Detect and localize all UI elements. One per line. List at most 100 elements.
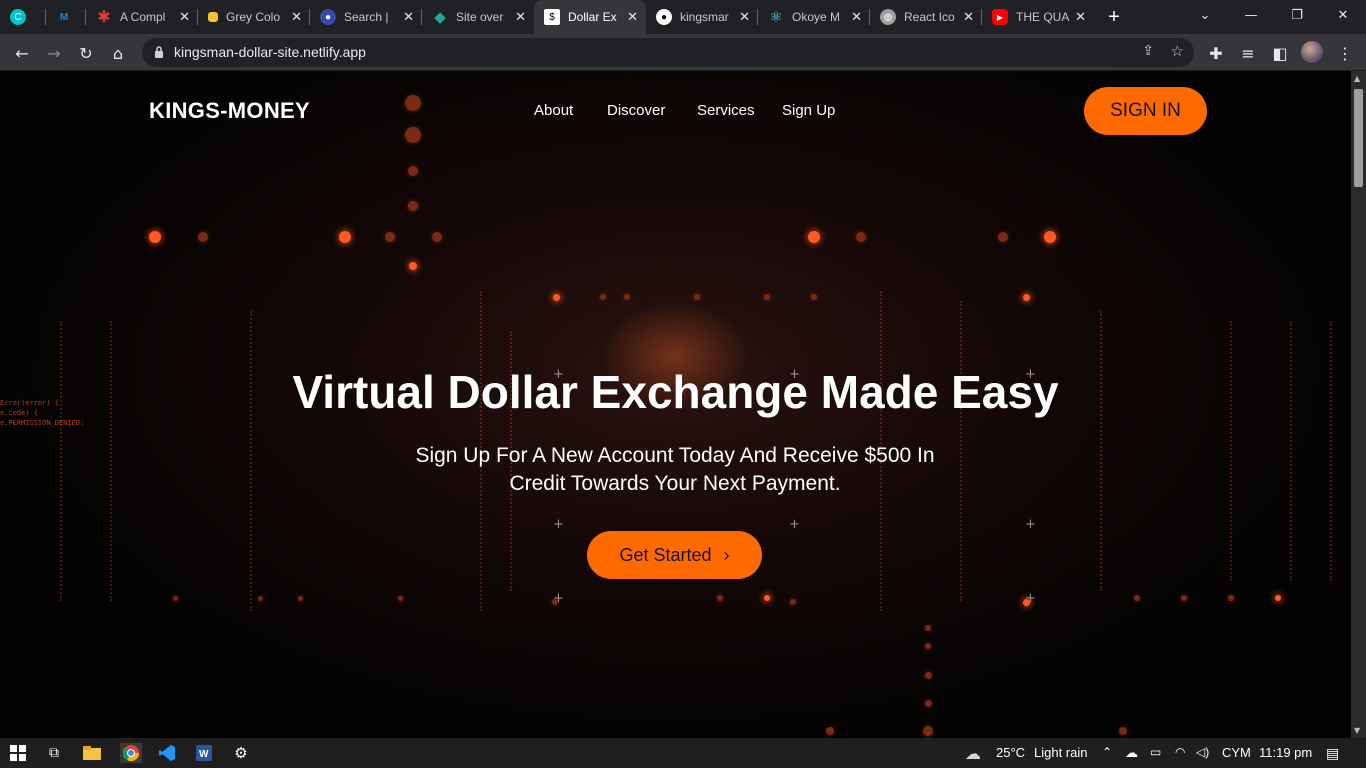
background-line	[1290, 321, 1292, 581]
tab-title: Grey Colo	[226, 10, 281, 24]
side-panel-icon[interactable]: ◧	[1267, 40, 1293, 66]
background-plus: +	[789, 517, 800, 532]
notifications-icon[interactable]: ▤	[1326, 745, 1339, 762]
scroll-up-icon[interactable]: ▲	[1354, 74, 1360, 83]
tab-4[interactable]: ◆ Site over ✕	[422, 0, 534, 34]
back-icon[interactable]: ←	[9, 40, 35, 66]
minimize-button[interactable]: —	[1228, 0, 1274, 30]
close-icon[interactable]: ✕	[963, 9, 974, 25]
background-line	[60, 321, 62, 601]
brand-logo[interactable]: KINGS-MONEY	[149, 98, 310, 124]
tab-3[interactable]: ● Search | ✕	[310, 0, 422, 34]
asterisk-icon: ✱	[97, 9, 111, 26]
share-icon[interactable]: ⇪	[1142, 43, 1154, 59]
hero-title: Virtual Dollar Exchange Made Easy	[292, 366, 1059, 418]
address-bar[interactable]: kingsman-dollar-site.netlify.app ⇪ ☆	[142, 38, 1194, 67]
close-icon[interactable]: ✕	[515, 9, 526, 25]
tab-title: kingsmar	[680, 10, 729, 24]
bookmark-star-icon[interactable]: ☆	[1171, 42, 1184, 60]
background-dot	[1044, 231, 1056, 243]
browser-toolbar: ← → ↻ ⌂ kingsman-dollar-site.netlify.app…	[0, 34, 1366, 71]
scroll-down-icon[interactable]: ▼	[1354, 726, 1360, 735]
settings-gear-icon[interactable]: ⚙	[231, 743, 251, 763]
reading-list-icon[interactable]: ≡	[1235, 40, 1261, 66]
background-dot	[790, 599, 796, 605]
background-plus: +	[553, 517, 564, 532]
menu-icon[interactable]: ⋮	[1332, 40, 1358, 66]
tab-title: Okoye M	[792, 10, 841, 24]
battery-icon[interactable]: ▭	[1150, 745, 1161, 759]
close-window-button[interactable]: ✕	[1320, 0, 1366, 30]
tab-7[interactable]: ⚛ Okoye M ✕	[758, 0, 870, 34]
tab-mui[interactable]: M	[46, 0, 86, 34]
tab-canva[interactable]: C	[0, 0, 46, 34]
close-icon[interactable]: ✕	[627, 9, 638, 25]
background-line	[1330, 321, 1332, 581]
nav-discover[interactable]: Discover	[607, 102, 665, 119]
scrollbar-thumb[interactable]	[1354, 89, 1363, 187]
windows-start-icon[interactable]	[8, 743, 28, 763]
tray-chevron-up-icon[interactable]: ⌃	[1102, 745, 1112, 759]
avatar[interactable]	[1301, 41, 1323, 63]
nav-services[interactable]: Services	[697, 102, 755, 119]
close-icon[interactable]: ✕	[291, 9, 302, 25]
tab-title: Search |	[344, 10, 389, 24]
wifi-icon[interactable]: ◠	[1175, 745, 1185, 759]
tab-2[interactable]: Grey Colo ✕	[198, 0, 310, 34]
weather-text[interactable]: Light rain	[1034, 745, 1087, 760]
tab-6[interactable]: ● kingsmar ✕	[646, 0, 758, 34]
maximize-button[interactable]: ❐	[1274, 0, 1320, 30]
clock[interactable]: 11:19 pm	[1259, 745, 1312, 760]
get-started-button[interactable]: Get Started ›	[587, 531, 762, 579]
vscode-icon[interactable]	[157, 743, 177, 763]
weather-cloud-icon[interactable]: ☁	[963, 743, 983, 763]
language-indicator[interactable]: CYM	[1222, 745, 1251, 760]
tab-title: Site over	[456, 10, 504, 24]
lock-icon	[154, 44, 164, 63]
background-dot	[998, 232, 1008, 242]
netlify-icon: ◆	[434, 9, 446, 26]
background-dot	[764, 595, 770, 601]
tab-1[interactable]: ✱ A Compl ✕	[86, 0, 198, 34]
home-icon[interactable]: ⌂	[105, 40, 131, 66]
weather-temp[interactable]: 25°C	[996, 745, 1025, 760]
background-dot	[717, 595, 723, 601]
extensions-icon[interactable]: ✚	[1203, 40, 1229, 66]
word-icon[interactable]: W	[194, 743, 214, 763]
background-dot	[408, 201, 418, 211]
background-dot	[808, 231, 820, 243]
get-started-label: Get Started	[619, 544, 712, 565]
close-icon[interactable]: ✕	[1075, 9, 1086, 25]
task-view-icon[interactable]: ⧉	[44, 743, 64, 763]
background-dot	[397, 595, 403, 601]
onedrive-icon[interactable]: ☁	[1125, 745, 1138, 761]
tab-title: A Compl	[120, 10, 166, 24]
nav-about[interactable]: About	[534, 102, 573, 119]
volume-icon[interactable]: ◁)	[1196, 745, 1209, 759]
url-text: kingsman-dollar-site.netlify.app	[174, 44, 366, 60]
forward-icon[interactable]: →	[41, 40, 67, 66]
tab-search-icon[interactable]: ⌄	[1182, 0, 1228, 30]
close-icon[interactable]: ✕	[851, 9, 862, 25]
close-icon[interactable]: ✕	[403, 9, 414, 25]
chrome-icon[interactable]	[120, 743, 142, 763]
sign-in-button[interactable]: SIGN IN	[1084, 87, 1207, 135]
tab-active[interactable]: $ Dollar Ex ✕	[534, 0, 646, 34]
reload-icon[interactable]: ↻	[73, 40, 99, 66]
tab-8[interactable]: ◍ React Ico ✕	[870, 0, 982, 34]
background-dot	[1228, 595, 1234, 601]
file-explorer-icon[interactable]	[82, 743, 102, 763]
background-dot	[409, 262, 417, 270]
close-icon[interactable]: ✕	[739, 9, 750, 25]
background-dot	[1134, 595, 1140, 601]
chevron-right-icon: ›	[723, 544, 730, 565]
new-tab-button[interactable]: +	[1094, 0, 1134, 34]
nav-sign-up[interactable]: Sign Up	[782, 102, 835, 119]
background-dot	[925, 625, 931, 631]
page-scrollbar[interactable]: ▲ ▼	[1351, 71, 1366, 738]
close-icon[interactable]: ✕	[179, 9, 190, 25]
palette-icon	[208, 12, 218, 22]
background-dot	[198, 232, 208, 242]
youtube-icon: ▶	[992, 9, 1008, 25]
tab-9[interactable]: ▶ THE QUA ✕	[982, 0, 1094, 34]
